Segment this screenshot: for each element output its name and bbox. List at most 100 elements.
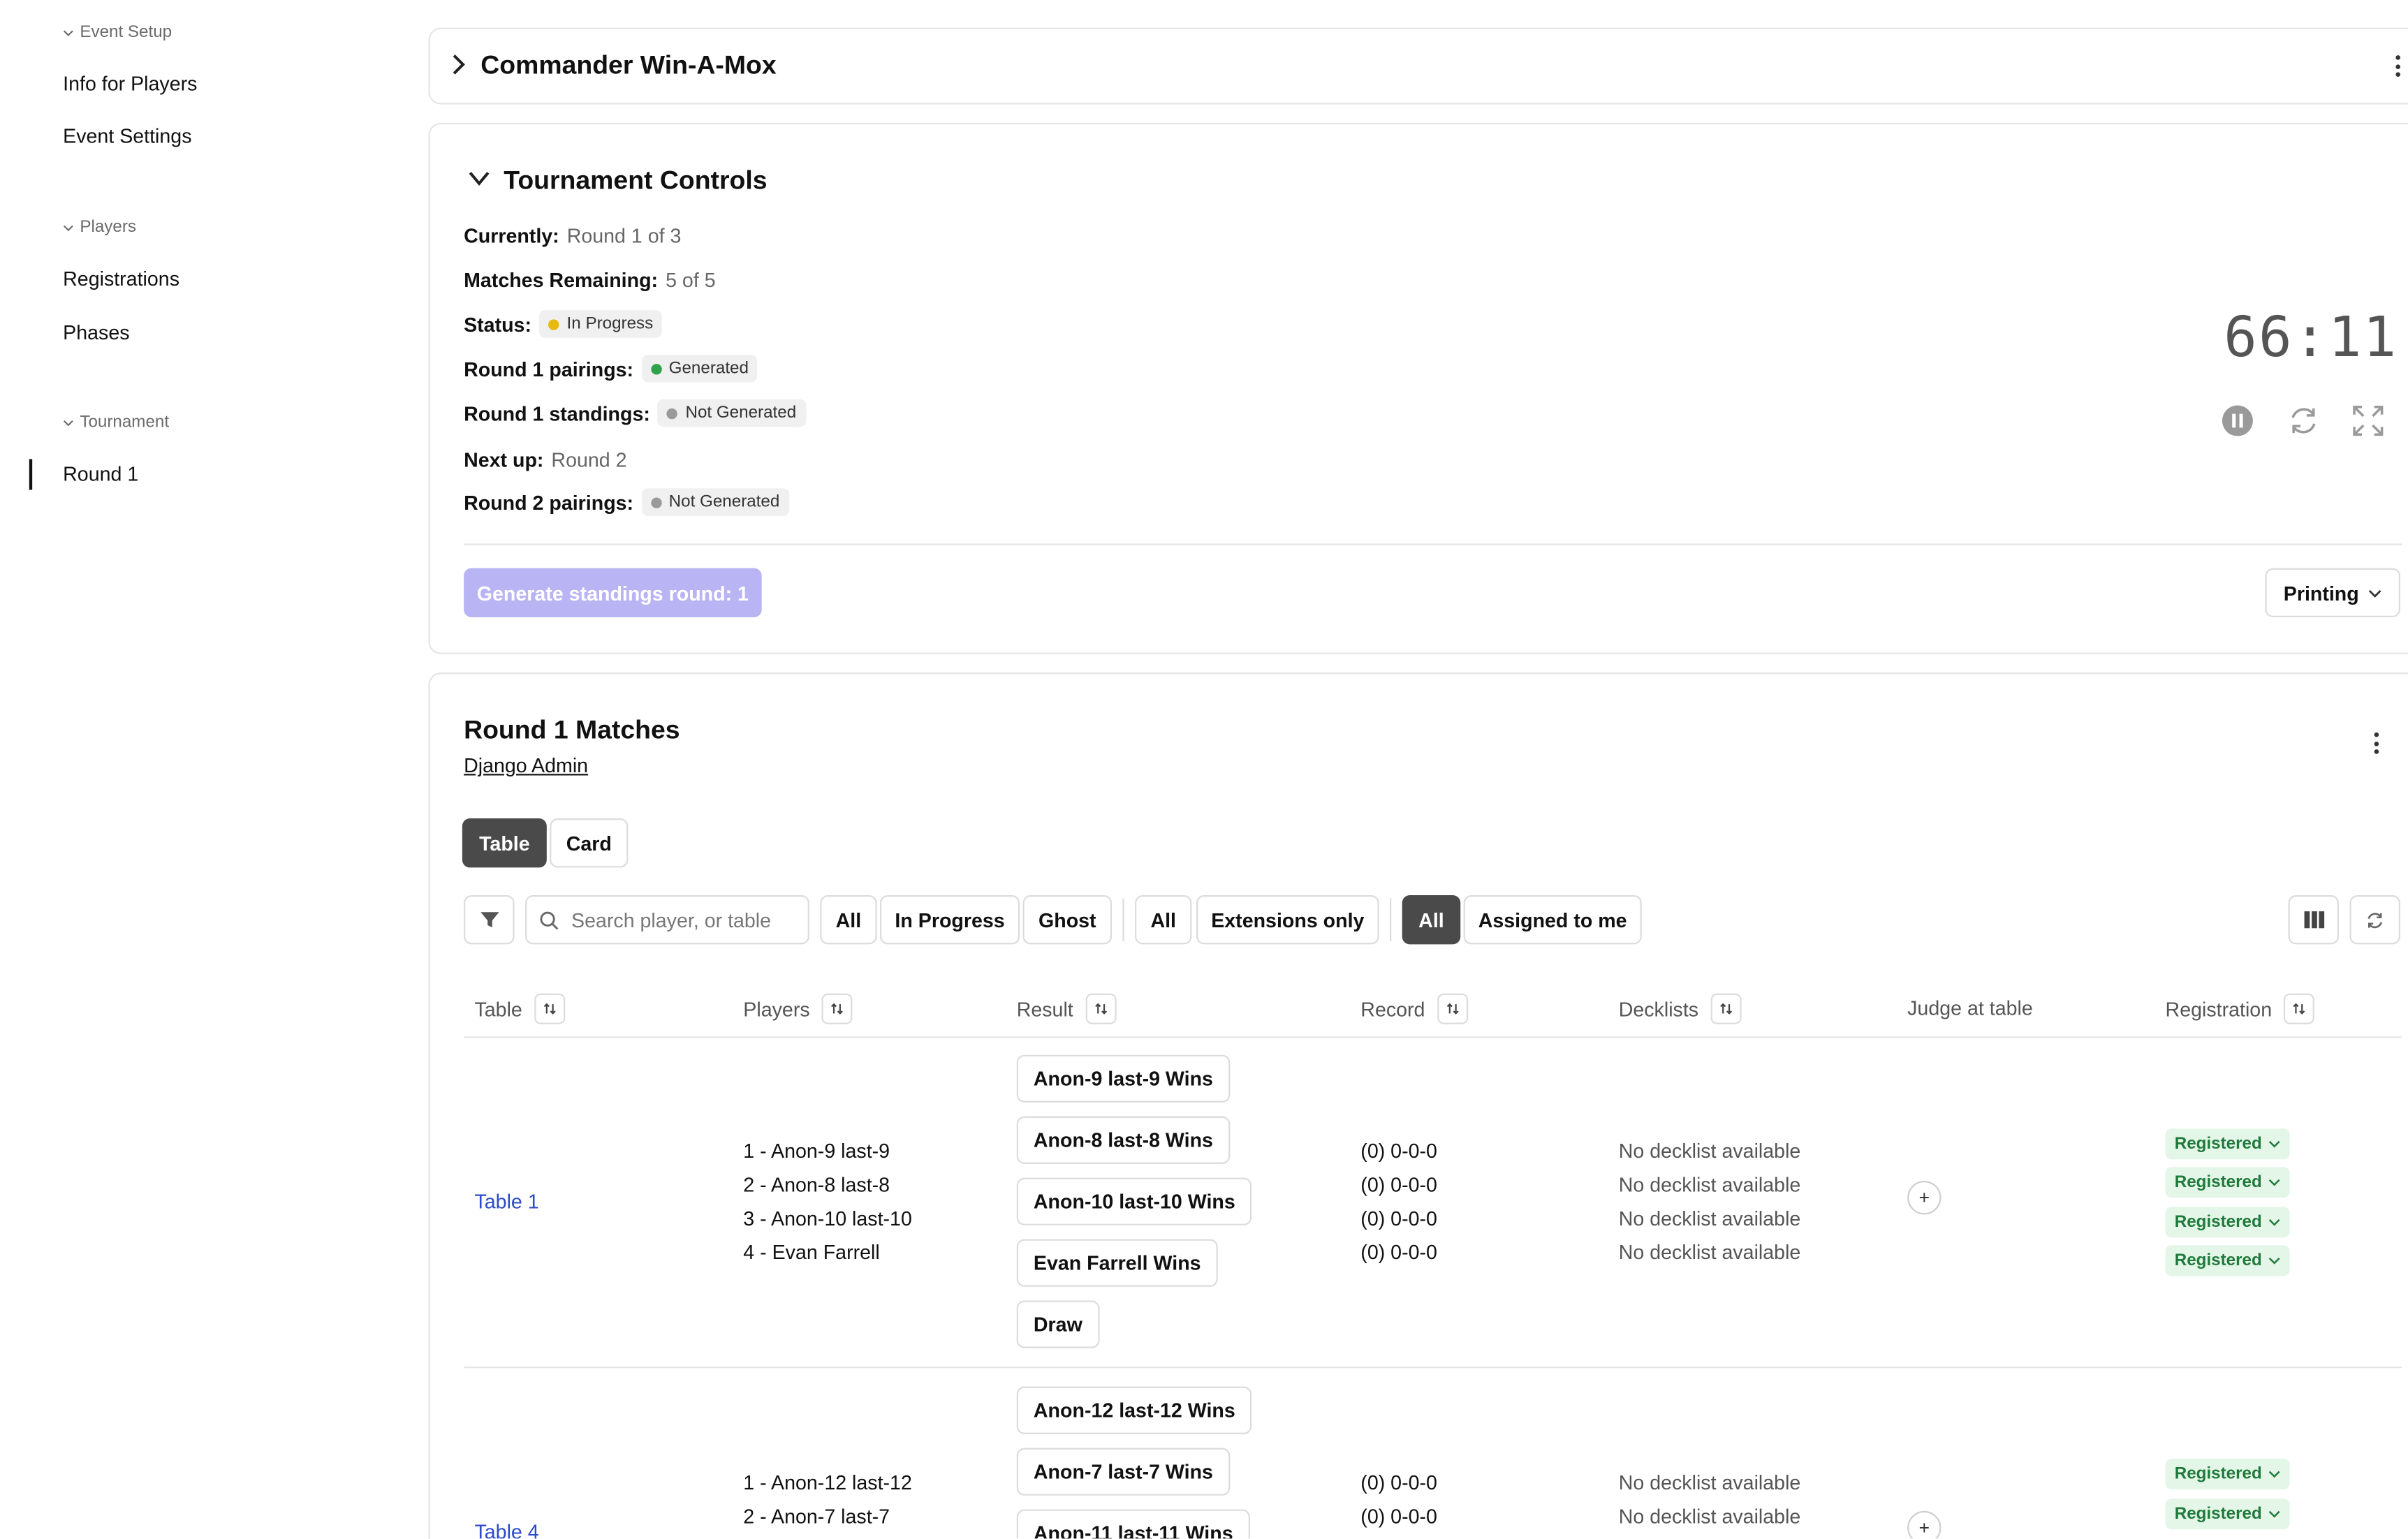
chevron-down-icon	[63, 419, 73, 426]
registration-status: Registered	[2174, 1464, 2262, 1484]
column-header-label: Registration	[2165, 997, 2273, 1021]
sidebar-item-round-1[interactable]: Round 1	[63, 462, 138, 485]
result-button[interactable]: Anon-11 last-11 Wins	[1016, 1509, 1250, 1539]
add-judge-button[interactable]: +	[1907, 1181, 1941, 1215]
registration-badge[interactable]: Registered	[2165, 1245, 2290, 1276]
registration-badge[interactable]: Registered	[2165, 1167, 2290, 1198]
sidebar-section-label: Tournament	[80, 413, 170, 432]
printing-button-label: Printing	[2283, 581, 2359, 605]
sort-icon[interactable]	[822, 993, 853, 1024]
draw-button[interactable]: Draw	[1016, 1300, 1100, 1348]
filter-extensions-all[interactable]: All	[1135, 895, 1192, 945]
chevron-down-icon	[2268, 1471, 2280, 1478]
view-tab-card[interactable]: Card	[550, 818, 629, 868]
decklist-value: No decklist available	[1618, 1139, 1801, 1163]
fullscreen-icon[interactable]	[2351, 404, 2385, 437]
result-button[interactable]: Anon-10 last-10 Wins	[1016, 1177, 1252, 1225]
registration-badge[interactable]: Registered	[2165, 1498, 2290, 1530]
record-value: (0) 0-0-0	[1360, 1207, 1437, 1230]
pairings-badge: Generated	[641, 354, 758, 383]
search-icon	[540, 911, 559, 929]
sort-icon[interactable]	[1710, 993, 1742, 1024]
decklist-value: No decklist available	[1618, 1505, 1801, 1528]
result-button[interactable]: Anon-8 last-8 Wins	[1016, 1116, 1231, 1164]
table-link[interactable]: Table 4	[474, 1520, 538, 1538]
column-header-label: Players	[743, 997, 810, 1021]
registration-status: Registered	[2174, 1173, 2262, 1192]
generate-standings-button[interactable]: Generate standings round: 1	[464, 568, 762, 617]
sort-icon[interactable]	[534, 993, 566, 1024]
search-input[interactable]	[568, 906, 805, 933]
sidebar-item-event-settings[interactable]: Event Settings	[63, 124, 191, 147]
view-tab-table[interactable]: Table	[462, 818, 547, 868]
chevron-down-icon	[2268, 1218, 2280, 1226]
current-round-label: Currently:	[464, 224, 559, 248]
column-header-decklists: Decklists	[1619, 993, 1742, 1024]
next-pairings-badge: Not Generated	[641, 488, 789, 516]
decklist-value: No decklist available	[1618, 1173, 1801, 1197]
standings-row: Round 1 standings: Not Generated	[464, 399, 806, 427]
sidebar-item-info-for-players[interactable]: Info for Players	[63, 72, 197, 95]
sort-icon[interactable]	[2284, 993, 2315, 1024]
matches-remaining-label: Matches Remaining:	[464, 268, 659, 292]
sidebar-item-registrations[interactable]: Registrations	[63, 267, 179, 290]
pairings-row: Round 1 pairings: Generated	[464, 354, 758, 383]
column-header-label: Record	[1360, 997, 1425, 1021]
status-dot-icon	[667, 407, 678, 419]
column-header-label: Table	[474, 997, 522, 1021]
filter-assign-all[interactable]: All	[1402, 895, 1461, 945]
filter-icon	[480, 912, 499, 928]
add-judge-button[interactable]: +	[1907, 1510, 1941, 1539]
sidebar-section-event-setup[interactable]: Event Setup	[63, 23, 172, 41]
refresh-icon[interactable]	[2286, 404, 2320, 437]
filter-status-all[interactable]: All	[820, 895, 877, 945]
filter-button[interactable]	[464, 895, 515, 945]
filter-assigned-to-me[interactable]: Assigned to me	[1463, 895, 1642, 945]
player-entry: 1 - Anon-9 last-9	[743, 1139, 890, 1163]
columns-button[interactable]	[2288, 895, 2340, 945]
decklist-value: No decklist available	[1618, 1471, 1801, 1494]
printing-button[interactable]: Printing	[2265, 568, 2401, 617]
player-entry: 2 - Anon-7 last-7	[743, 1505, 890, 1528]
pause-icon[interactable]	[2221, 404, 2254, 437]
filter-status-ghost[interactable]: Ghost	[1022, 895, 1113, 945]
record-value: (0) 0-0-0	[1360, 1505, 1437, 1528]
event-menu-icon[interactable]	[2394, 55, 2400, 77]
result-button[interactable]: Anon-9 last-9 Wins	[1016, 1054, 1231, 1103]
section-title: Tournament Controls	[504, 165, 768, 196]
chevron-right-icon[interactable]	[448, 54, 467, 75]
sidebar-section-tournament[interactable]: Tournament	[63, 413, 169, 432]
standings-label: Round 1 standings:	[464, 402, 650, 425]
result-button[interactable]: Evan Farrell Wins	[1016, 1239, 1218, 1287]
round-matches-card	[428, 672, 2408, 1539]
registration-badge[interactable]: Registered	[2165, 1207, 2290, 1238]
matches-remaining-row: Matches Remaining: 5 of 5	[464, 269, 716, 292]
chevron-down-icon	[2268, 1510, 2280, 1518]
status-badge-label: In Progress	[566, 314, 654, 334]
refresh-table-button[interactable]	[2349, 895, 2401, 945]
result-button[interactable]: Anon-7 last-7 Wins	[1016, 1448, 1231, 1496]
filter-extensions-only[interactable]: Extensions only	[1196, 895, 1379, 945]
decklist-value: No decklist available	[1618, 1240, 1801, 1264]
sort-icon[interactable]	[1085, 993, 1117, 1024]
matches-menu-icon[interactable]	[2372, 732, 2379, 754]
active-indicator	[29, 459, 33, 490]
sort-icon[interactable]	[1437, 993, 1469, 1024]
registration-badge[interactable]: Registered	[2165, 1128, 2290, 1160]
registration-status: Registered	[2174, 1505, 2262, 1524]
filter-separator	[1390, 898, 1392, 941]
standings-badge: Not Generated	[657, 399, 806, 427]
chevron-down-icon	[2268, 1140, 2280, 1148]
table-link[interactable]: Table 1	[474, 1190, 538, 1213]
filter-status-in-progress[interactable]: In Progress	[880, 895, 1020, 945]
chevron-down-icon[interactable]	[469, 169, 490, 187]
row-divider	[464, 1367, 2402, 1369]
registration-badge[interactable]: Registered	[2165, 1459, 2290, 1490]
sidebar-item-phases[interactable]: Phases	[63, 321, 129, 344]
result-button[interactable]: Anon-12 last-12 Wins	[1016, 1386, 1252, 1434]
search-field[interactable]	[525, 895, 809, 945]
matches-title: Round 1 Matches	[464, 715, 680, 745]
sidebar-section-label: Players	[80, 218, 137, 237]
sidebar-section-players[interactable]: Players	[63, 218, 137, 237]
django-admin-link[interactable]: Django Admin	[464, 754, 588, 777]
